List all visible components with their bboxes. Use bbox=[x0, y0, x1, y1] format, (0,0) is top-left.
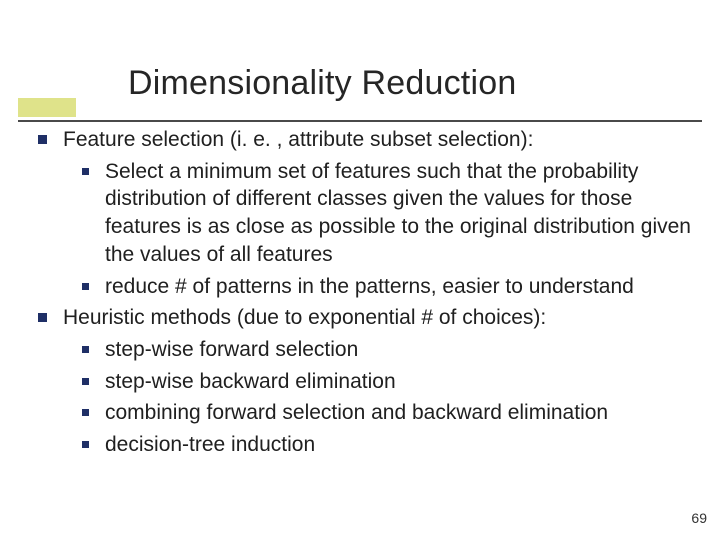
list-item: Feature selection (i. e. , attribute sub… bbox=[38, 126, 692, 154]
list-item-text: Select a minimum set of features such th… bbox=[105, 158, 692, 269]
list-item-text: decision-tree induction bbox=[105, 431, 692, 459]
list-item: step-wise backward elimination bbox=[82, 368, 692, 396]
list-item: combining forward selection and backward… bbox=[82, 399, 692, 427]
list-item-text: Heuristic methods (due to exponential # … bbox=[63, 304, 692, 332]
list-item-text: reduce # of patterns in the patterns, ea… bbox=[105, 273, 692, 301]
list-item: step-wise forward selection bbox=[82, 336, 692, 364]
bullet-icon bbox=[82, 283, 89, 290]
page-number: 69 bbox=[691, 510, 707, 526]
list-item: Select a minimum set of features such th… bbox=[82, 158, 692, 269]
accent-bar bbox=[18, 98, 76, 117]
slide: Dimensionality Reduction Feature selecti… bbox=[0, 0, 720, 540]
bullet-icon bbox=[82, 409, 89, 416]
title-underline bbox=[18, 120, 702, 122]
bullet-icon bbox=[38, 313, 47, 322]
bullet-icon bbox=[82, 168, 89, 175]
bullet-icon bbox=[82, 378, 89, 385]
list-item: reduce # of patterns in the patterns, ea… bbox=[82, 273, 692, 301]
list-item-text: Feature selection (i. e. , attribute sub… bbox=[63, 126, 692, 154]
list-item-text: step-wise backward elimination bbox=[105, 368, 692, 396]
list-item: decision-tree induction bbox=[82, 431, 692, 459]
slide-body: Feature selection (i. e. , attribute sub… bbox=[38, 126, 692, 463]
list-item-text: step-wise forward selection bbox=[105, 336, 692, 364]
bullet-icon bbox=[38, 135, 47, 144]
bullet-icon bbox=[82, 346, 89, 353]
bullet-icon bbox=[82, 441, 89, 448]
slide-title: Dimensionality Reduction bbox=[128, 64, 516, 103]
list-item-text: combining forward selection and backward… bbox=[105, 399, 692, 427]
list-item: Heuristic methods (due to exponential # … bbox=[38, 304, 692, 332]
